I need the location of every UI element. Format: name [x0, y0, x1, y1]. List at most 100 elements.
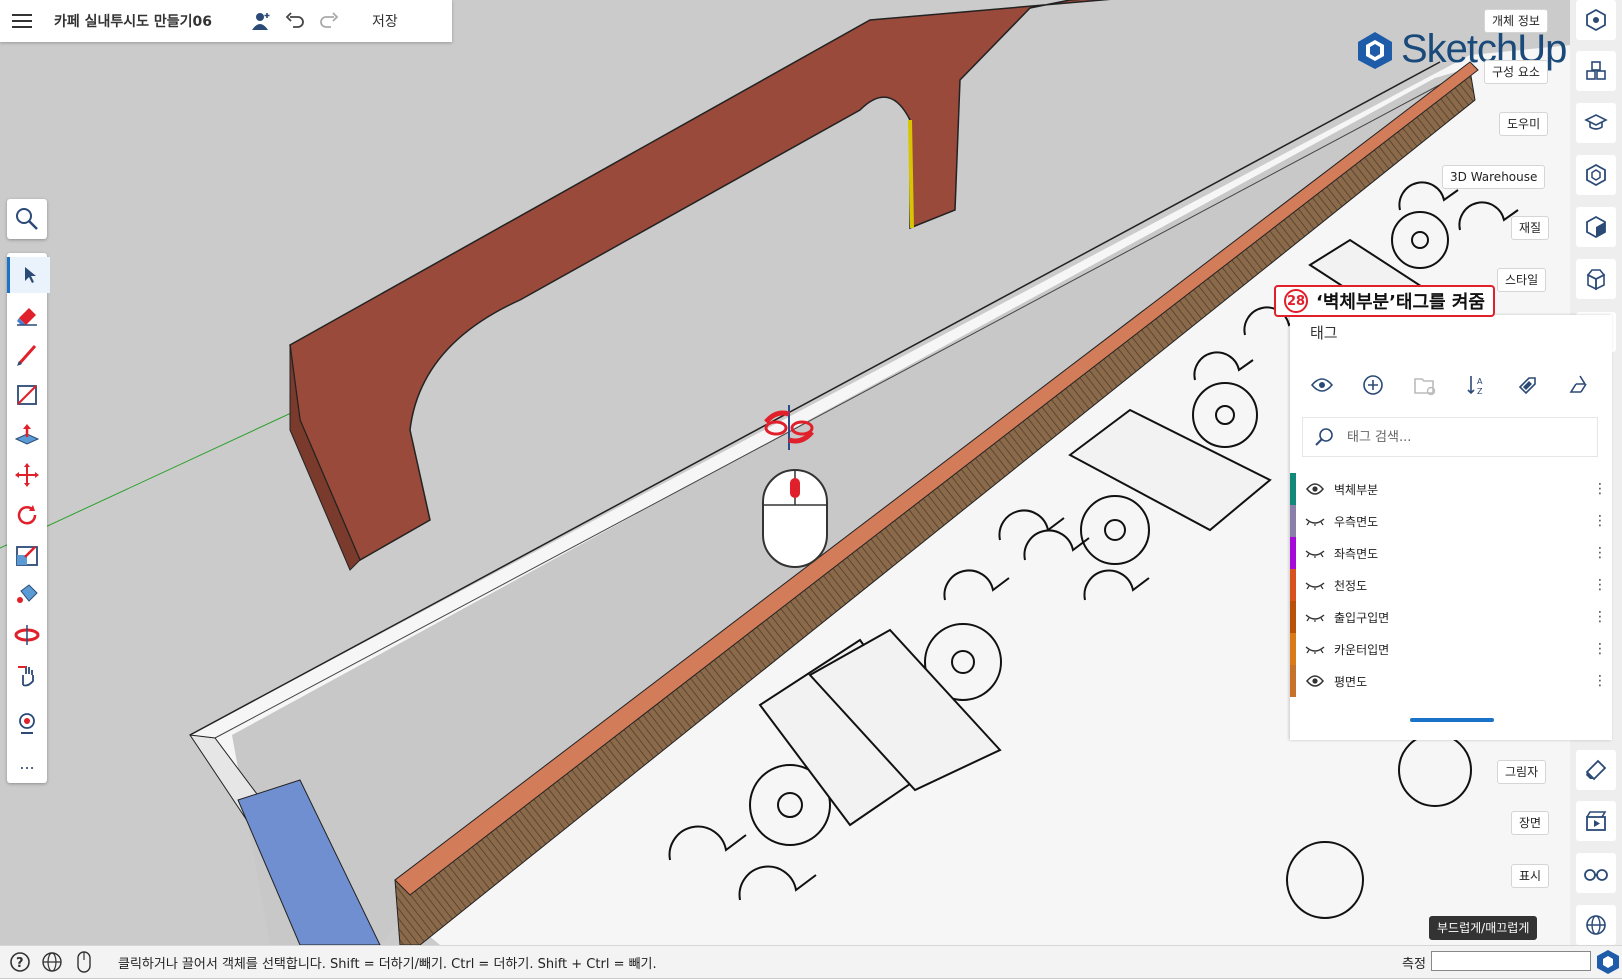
tag-name[interactable]: 평면도: [1334, 673, 1588, 690]
tag-row[interactable]: 좌측면도 ⋮: [1290, 537, 1612, 569]
push-pull-icon: [14, 424, 40, 445]
globe-icon: [1586, 915, 1606, 935]
share-user-icon[interactable]: [244, 0, 278, 42]
instructor-button[interactable]: [1576, 103, 1616, 143]
add-folder-button[interactable]: [1409, 369, 1441, 401]
instructor-label: 도우미: [1499, 112, 1549, 136]
tag-more-menu-icon[interactable]: ⋮: [1588, 577, 1612, 593]
toggle-visibility-button[interactable]: [1306, 369, 1338, 401]
scale-icon: [16, 546, 38, 566]
left-toolbar: ...: [7, 253, 50, 783]
geo-location-button[interactable]: [36, 946, 68, 978]
tag-name[interactable]: 좌측면도: [1334, 545, 1588, 562]
measure-label: 측정: [1402, 957, 1426, 972]
materials-label: 재질: [1511, 216, 1550, 240]
eye-closed-icon[interactable]: [1296, 644, 1334, 654]
scenes-button[interactable]: [1576, 801, 1616, 841]
entity-info-button[interactable]: [1576, 0, 1616, 40]
glasses-icon: [1584, 869, 1608, 881]
warehouse-button[interactable]: [1576, 155, 1616, 195]
rotate-tool[interactable]: [7, 497, 47, 533]
rotate-icon: [17, 505, 37, 525]
mouse-hint-button[interactable]: [68, 946, 100, 978]
walk-icon: [19, 713, 35, 734]
rectangle-icon: [17, 385, 37, 405]
warehouse-label: 3D Warehouse: [1442, 165, 1546, 189]
entity-info-icon: [1586, 8, 1606, 32]
purge-tags-button[interactable]: [1564, 369, 1596, 401]
eye-icon: [1310, 378, 1333, 392]
help-button[interactable]: ?: [4, 946, 36, 978]
move-tool[interactable]: [7, 457, 47, 493]
mouse-hint-icon: [762, 469, 828, 568]
more-tools-button[interactable]: ...: [7, 745, 47, 781]
eye-icon[interactable]: [1296, 483, 1334, 495]
tag-row[interactable]: 벽체부분 ⋮: [1290, 473, 1612, 505]
push-pull-tool[interactable]: [7, 417, 47, 453]
pencil-tool[interactable]: [7, 337, 47, 373]
display-button[interactable]: [1576, 853, 1616, 893]
tag-row[interactable]: 우측면도 ⋮: [1290, 505, 1612, 537]
scenes-label: 장면: [1511, 811, 1550, 835]
rectangle-tool[interactable]: [7, 377, 47, 413]
redo-icon[interactable]: [312, 0, 346, 42]
walk-tool[interactable]: [7, 705, 47, 741]
step-number: 28: [1284, 289, 1308, 313]
scenes-icon: [1586, 811, 1607, 831]
tag-name[interactable]: 카운터입면: [1334, 641, 1588, 658]
components-button[interactable]: [1576, 51, 1616, 91]
sort-button[interactable]: AZ: [1461, 369, 1493, 401]
tag-more-menu-icon[interactable]: ⋮: [1588, 513, 1612, 529]
tag-row[interactable]: 카운터입면 ⋮: [1290, 633, 1612, 665]
step-annotation: 28 ‘벽체부분’태그를 켜줌: [1274, 285, 1495, 317]
select-tool[interactable]: [7, 257, 50, 293]
tag-row[interactable]: 평면도 ⋮: [1290, 665, 1612, 697]
status-bar: ? 클릭하거나 끌어서 객체를 선택합니다. Shift = 더하기/빼기. C…: [0, 945, 1622, 978]
pan-tool[interactable]: [7, 657, 47, 693]
measure-input[interactable]: [1431, 951, 1591, 971]
eye-icon[interactable]: [1296, 675, 1334, 687]
styles-button[interactable]: [1576, 259, 1616, 299]
tag-row[interactable]: 출입구입면 ⋮: [1290, 601, 1612, 633]
eye-closed-icon[interactable]: [1296, 612, 1334, 622]
tag-name[interactable]: 우측면도: [1334, 513, 1588, 530]
tag-search-input[interactable]: [1345, 428, 1597, 446]
orbit-tool[interactable]: [7, 617, 47, 653]
move-icon: [15, 463, 39, 487]
color-by-tag-button[interactable]: [1512, 369, 1544, 401]
eye-closed-icon[interactable]: [1296, 548, 1334, 558]
sort-icon: AZ: [1467, 376, 1483, 396]
save-button[interactable]: 저장: [372, 11, 398, 31]
search-tool-button[interactable]: [7, 199, 47, 239]
eye-closed-icon[interactable]: [1296, 516, 1334, 526]
undo-icon[interactable]: [278, 0, 312, 42]
tags-panel-header: 태그: [1290, 315, 1612, 349]
hamburger-menu-icon[interactable]: [0, 0, 44, 42]
paint-bucket-tool[interactable]: [7, 577, 47, 613]
eye-closed-icon[interactable]: [1296, 580, 1334, 590]
tag-row[interactable]: 천정도 ⋮: [1290, 569, 1612, 601]
tag-more-menu-icon[interactable]: ⋮: [1588, 673, 1612, 689]
tag-more-menu-icon[interactable]: ⋮: [1588, 545, 1612, 561]
tag-more-menu-icon[interactable]: ⋮: [1588, 641, 1612, 657]
shadows-button[interactable]: [1576, 750, 1616, 790]
tag-name[interactable]: 출입구입면: [1334, 609, 1588, 626]
components-label: 구성 요소: [1484, 60, 1548, 84]
tag-name[interactable]: 천정도: [1334, 577, 1588, 594]
scroll-indicator[interactable]: [1410, 718, 1494, 722]
materials-button[interactable]: [1576, 207, 1616, 247]
entity-info-label: 개체 정보: [1484, 9, 1548, 33]
tag-more-menu-icon[interactable]: ⋮: [1588, 481, 1612, 497]
eraser-tool[interactable]: [7, 297, 47, 333]
tag-search-box[interactable]: [1302, 417, 1598, 457]
tags-toolbar: AZ: [1290, 369, 1612, 401]
add-tag-button[interactable]: [1357, 369, 1389, 401]
tag-name[interactable]: 벽체부분: [1334, 481, 1588, 498]
shadows-icon: [1585, 759, 1607, 781]
svg-text:Z: Z: [1477, 387, 1483, 396]
scale-tool[interactable]: [7, 537, 47, 573]
soften-button[interactable]: [1576, 905, 1616, 945]
tag-more-menu-icon[interactable]: ⋮: [1588, 609, 1612, 625]
pencil-icon: [17, 345, 37, 366]
document-title[interactable]: 카페 실내투시도 만들기06: [54, 11, 244, 31]
